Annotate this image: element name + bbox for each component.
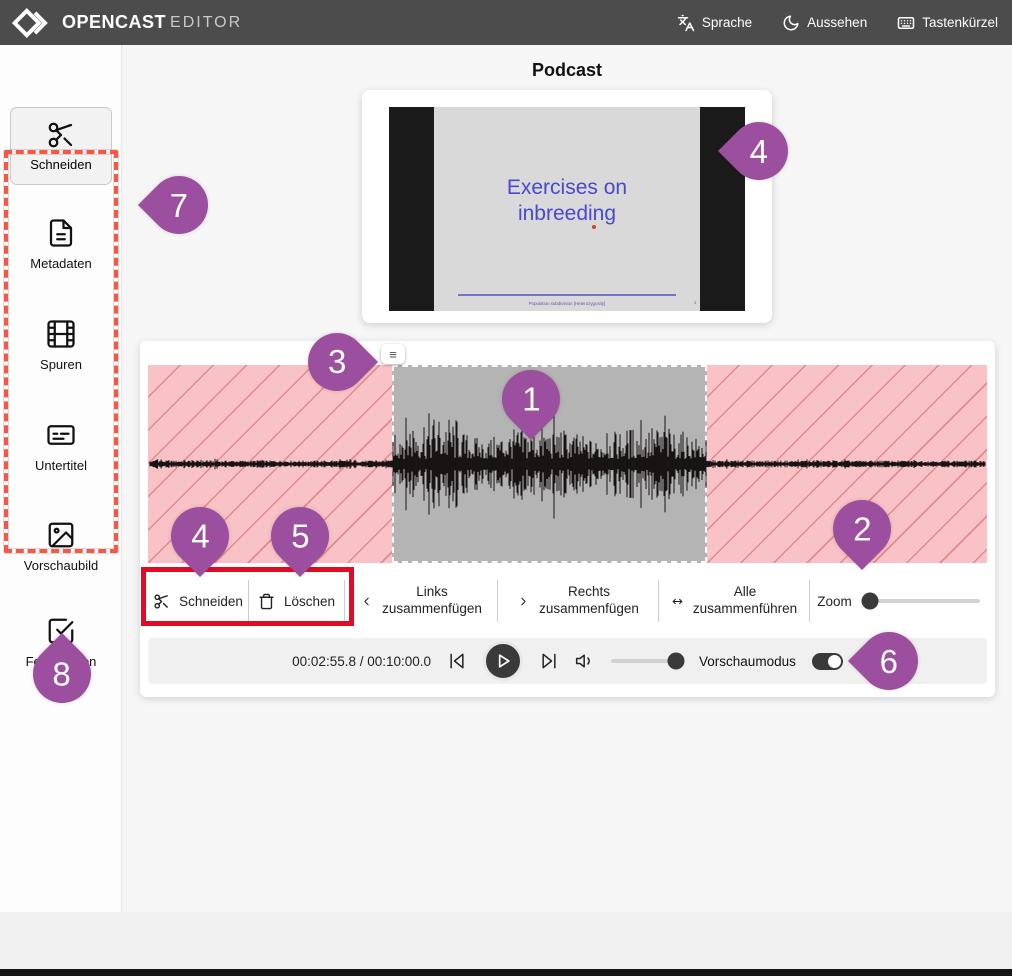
sidebar-item-vorschaubild[interactable]: Vorschaubild (0, 520, 122, 573)
sidebar-item-spuren[interactable]: Spuren (0, 319, 122, 372)
merge-right-label-1: Rechts (568, 584, 610, 599)
language-button[interactable]: Sprache (677, 14, 752, 32)
merge-left-label-1: Links (416, 584, 448, 599)
merge-right-button[interactable]: Rechts zusammenfügen (498, 573, 658, 629)
scrubber-handle[interactable]: ≡ (381, 344, 405, 364)
slide-footer-text: Population subdivision [Heterozygosity] (494, 301, 640, 306)
keyboard-icon (897, 14, 915, 32)
page-title: Podcast (122, 60, 1012, 81)
shortcuts-button[interactable]: Tastenkürzel (897, 14, 998, 32)
cut-button[interactable]: Schneiden (148, 573, 248, 629)
play-button[interactable] (483, 641, 523, 681)
brand-logo: OPENCAST EDITOR (12, 8, 242, 38)
appearance-label: Aussehen (807, 15, 867, 30)
merge-left-label-2: zusammenfügen (382, 601, 482, 616)
slide-content: Exercises on inbreeding Population subdi… (434, 107, 700, 311)
film-icon (46, 319, 76, 349)
slide-footer-line (458, 294, 676, 296)
toggle-knob (828, 655, 841, 668)
chevron-left-icon (360, 595, 373, 608)
time-display: 00:02:55.8 / 00:10:00.0 (292, 654, 431, 669)
trash-icon (258, 593, 275, 610)
pin-number: 2 (853, 513, 871, 546)
brand-suffix: EDITOR (170, 14, 242, 32)
sidebar-item-label: Metadaten (30, 256, 91, 271)
pillarbox-left (389, 107, 434, 311)
pin-number: 7 (170, 188, 188, 221)
pin-number: 4 (750, 134, 768, 167)
merge-right-label-2: zusammenfügen (539, 601, 639, 616)
pin-number: 4 (191, 520, 209, 553)
chevron-right-icon (517, 595, 530, 608)
top-bar: OPENCAST EDITOR Sprache Aussehen Tastenk… (0, 0, 1012, 45)
opencast-editor-page: OPENCAST EDITOR Sprache Aussehen Tastenk… (0, 0, 1012, 976)
pin-number: 5 (291, 520, 309, 553)
bottom-black-bar (0, 969, 1012, 976)
sidebar-item-untertitel[interactable]: Untertitel (0, 420, 122, 473)
preview-mode-toggle[interactable] (812, 653, 843, 670)
scissors-icon (153, 593, 170, 610)
zoom-slider[interactable] (862, 599, 980, 603)
opencast-logo-icon (12, 8, 52, 38)
volume-slider-thumb[interactable] (667, 653, 684, 670)
video-preview-card: Exercises on inbreeding Population subdi… (362, 90, 772, 323)
zoom-control: Zoom (810, 573, 987, 629)
brand-name: OPENCAST (62, 12, 166, 33)
pin-number: 8 (53, 657, 71, 690)
moon-icon (782, 14, 800, 32)
pin-number: 1 (522, 383, 540, 416)
volume-slider[interactable] (611, 659, 683, 663)
captions-icon (46, 420, 76, 450)
cut-button-label: Schneiden (179, 594, 243, 609)
play-icon (493, 651, 513, 671)
delete-button-label: Löschen (284, 594, 335, 609)
sidebar: Schneiden Metadaten Spuren Untertitel Vo… (0, 45, 122, 912)
drag-handle-icon: ≡ (389, 347, 397, 362)
pin-number: 6 (880, 644, 898, 677)
sidebar-item-metadaten[interactable]: Metadaten (0, 218, 122, 271)
appearance-button[interactable]: Aussehen (782, 14, 867, 32)
sidebar-item-label: Spuren (40, 357, 82, 372)
sidebar-item-label: Schneiden (30, 157, 91, 172)
volume-icon[interactable] (575, 651, 595, 671)
skip-back-icon[interactable] (447, 651, 467, 671)
zoom-slider-thumb[interactable] (862, 593, 879, 610)
slide-title: Exercises on inbreeding (461, 175, 674, 228)
sidebar-item-label: Untertitel (35, 458, 87, 473)
merge-all-button[interactable]: Alle zusammenführen (659, 573, 809, 629)
zoom-label: Zoom (817, 594, 852, 609)
shortcuts-label: Tastenkürzel (922, 15, 998, 30)
merge-all-label-2: zusammenführen (693, 601, 797, 616)
languages-icon (677, 14, 695, 32)
preview-mode-label: Vorschaumodus (699, 654, 796, 669)
top-menu: Sprache Aussehen Tastenkürzel (677, 14, 998, 32)
slide-page-number: 1 (693, 300, 696, 305)
laser-dot (592, 225, 596, 229)
delete-button[interactable]: Löschen (249, 573, 344, 629)
document-icon (46, 218, 76, 248)
pin-number: 3 (328, 346, 346, 379)
scissors-icon (46, 120, 76, 150)
merge-left-button[interactable]: Links zusammenfügen (345, 573, 497, 629)
language-label: Sprache (702, 15, 752, 30)
timeline-button-row: Schneiden Löschen Links zusammenfügen Rec… (148, 573, 987, 629)
skip-forward-icon[interactable] (539, 651, 559, 671)
sidebar-item-schneiden[interactable]: Schneiden (10, 107, 112, 185)
video-frame[interactable]: Exercises on inbreeding Population subdi… (389, 107, 745, 311)
arrow-left-right-icon (671, 595, 684, 608)
merge-all-label-1: Alle (734, 584, 757, 599)
sidebar-item-label: Vorschaubild (24, 558, 98, 573)
bottom-strip (0, 912, 1012, 970)
image-icon (46, 520, 76, 550)
